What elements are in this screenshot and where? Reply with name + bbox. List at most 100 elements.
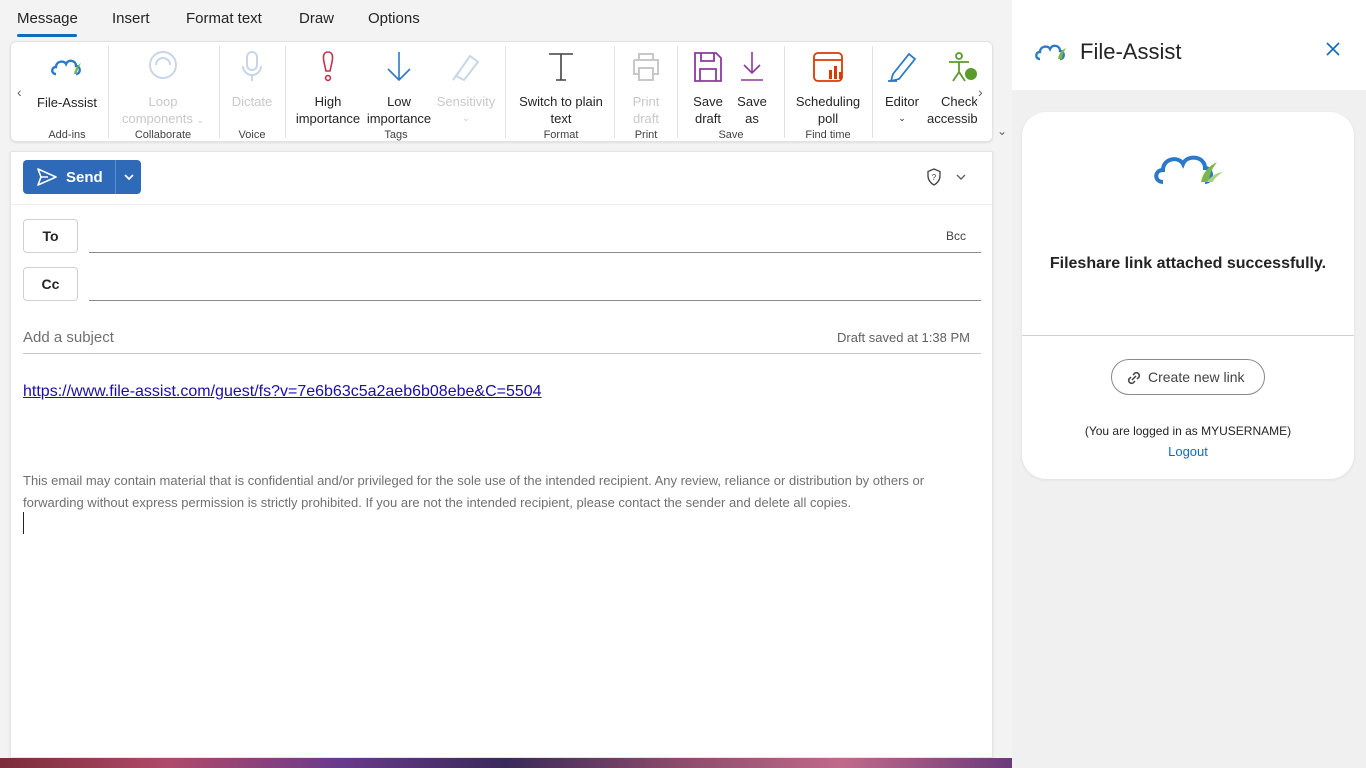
file-assist-button[interactable]: File-Assist xyxy=(33,52,101,111)
send-icon xyxy=(37,168,57,186)
group-format: Format xyxy=(543,129,579,141)
ribbon-scroll-right-icon[interactable]: › xyxy=(978,84,983,100)
file-assist-label: File-Assist xyxy=(37,95,97,110)
download-icon xyxy=(741,52,763,81)
create-new-link-button[interactable]: Create new link xyxy=(1111,359,1265,395)
low-importance-button[interactable]: Low importance xyxy=(364,50,434,127)
cc-button[interactable]: Cc xyxy=(23,267,78,301)
file-assist-panel: File-Assist Fileshare link attached succ… xyxy=(1012,0,1366,768)
sensitivity-button[interactable]: Sensitivity ⌄ xyxy=(434,50,498,127)
save-as-label-2: as xyxy=(745,111,759,126)
poll-label-1: Scheduling xyxy=(795,94,861,109)
divider xyxy=(285,46,286,138)
cloud-logo-icon xyxy=(51,59,81,76)
shield-question-icon[interactable]: ? xyxy=(926,168,942,186)
high-label-1: High xyxy=(314,94,342,109)
divider xyxy=(108,46,109,138)
accessibility-icon xyxy=(949,52,977,82)
text-cursor xyxy=(23,512,24,534)
tab-insert[interactable]: Insert xyxy=(112,10,150,27)
cloud-logo-icon xyxy=(1035,44,1066,61)
editor-button[interactable]: Editor ⌄ xyxy=(877,50,927,127)
main-area: Message Insert Format text Draw Options … xyxy=(0,0,1012,768)
logged-in-status: (You are logged in as MYUSERNAME) xyxy=(1084,424,1292,438)
subject-underline xyxy=(23,353,981,354)
send-options-dropdown[interactable] xyxy=(115,160,141,194)
loop-label-2: components xyxy=(122,111,193,126)
save-icon xyxy=(694,52,722,82)
low-label-2: importance xyxy=(366,111,432,126)
divider xyxy=(784,46,785,138)
sensitivity-label: Sensitivity xyxy=(436,94,496,109)
svg-text:?: ? xyxy=(932,173,937,182)
cloud-logo-icon xyxy=(1154,155,1223,184)
send-button[interactable]: Send xyxy=(23,160,115,194)
poll-icon xyxy=(813,52,843,82)
loop-label-1: Loop xyxy=(148,94,178,109)
high-label-2: importance xyxy=(295,111,361,126)
tab-message[interactable]: Message xyxy=(17,10,78,27)
plain-label-1: Switch to plain xyxy=(519,94,603,109)
bcc-button[interactable]: Bcc xyxy=(946,229,966,243)
to-button[interactable]: To xyxy=(23,219,78,253)
fileshare-link[interactable]: https://www.file-assist.com/guest/fs?v=7… xyxy=(23,383,542,401)
desktop-wallpaper-strip xyxy=(0,758,1012,768)
ribbon-expand-chevron-icon[interactable]: ⌄ xyxy=(997,124,1007,138)
dictate-button[interactable]: Dictate xyxy=(225,50,279,110)
chevron-down-icon xyxy=(124,174,134,181)
editor-pen-icon xyxy=(888,52,917,83)
group-collaborate: Collaborate xyxy=(134,129,192,141)
editor-label: Editor xyxy=(885,94,919,109)
print-draft-button[interactable]: Print draft xyxy=(618,50,674,127)
tab-options[interactable]: Options xyxy=(368,10,420,27)
divider xyxy=(219,46,220,138)
loop-icon xyxy=(149,51,177,79)
save-as-label-1: Save xyxy=(737,94,767,109)
scheduling-poll-button[interactable]: Scheduling poll xyxy=(790,50,866,127)
compose-form: Send ? To Bcc Cc Add a subject Draft sav… xyxy=(10,151,994,758)
switch-plain-text-button[interactable]: Switch to plain text xyxy=(511,50,611,127)
divider xyxy=(1022,335,1354,336)
cc-field[interactable] xyxy=(89,300,981,301)
status-card: Fileshare link attached successfully. Cr… xyxy=(1022,112,1354,479)
exclamation-icon xyxy=(322,51,334,82)
group-tags: Tags xyxy=(384,129,408,141)
save-as-button[interactable]: Save as xyxy=(732,50,772,127)
save-draft-label-1: Save xyxy=(693,94,723,109)
print-label-2: draft xyxy=(632,111,659,126)
logout-link[interactable]: Logout xyxy=(1022,444,1354,459)
chevron-down-icon: ⌄ xyxy=(196,115,204,125)
low-label-1: Low xyxy=(387,94,411,109)
microphone-icon xyxy=(242,51,262,81)
to-field[interactable] xyxy=(89,252,981,253)
sensitivity-icon xyxy=(452,54,480,82)
save-draft-button[interactable]: Save draft xyxy=(684,50,732,127)
group-save: Save xyxy=(718,129,744,141)
high-importance-button[interactable]: High importance xyxy=(294,50,362,127)
draft-saved-status: Draft saved at 1:38 PM xyxy=(837,330,970,345)
group-print: Print xyxy=(634,129,658,141)
email-disclaimer: This email may contain material that is … xyxy=(23,473,925,510)
loop-components-button[interactable]: Loop components ⌄ xyxy=(114,50,212,129)
create-new-link-label: Create new link xyxy=(1148,369,1245,385)
printer-icon xyxy=(633,53,659,81)
tab-draw[interactable]: Draw xyxy=(299,10,334,27)
arrow-down-icon xyxy=(387,52,411,82)
ribbon-tabs: Message Insert Format text Draw Options xyxy=(0,0,1012,38)
text-format-icon xyxy=(549,53,573,81)
send-label: Send xyxy=(66,169,103,186)
chevron-down-icon[interactable] xyxy=(955,172,967,182)
group-find-time: Find time xyxy=(805,129,851,141)
divider xyxy=(614,46,615,138)
divider xyxy=(872,46,873,138)
group-addins: Add-ins xyxy=(48,129,86,141)
close-icon[interactable] xyxy=(1325,41,1341,57)
divider xyxy=(677,46,678,138)
panel-header: File-Assist xyxy=(1012,0,1366,90)
divider xyxy=(11,204,994,205)
tab-format-text[interactable]: Format text xyxy=(186,10,262,27)
subject-input[interactable]: Add a subject xyxy=(23,329,114,346)
panel-title: File-Assist xyxy=(1080,39,1182,64)
ribbon-scroll-left-icon[interactable]: ‹ xyxy=(17,84,22,100)
group-voice: Voice xyxy=(238,129,266,141)
